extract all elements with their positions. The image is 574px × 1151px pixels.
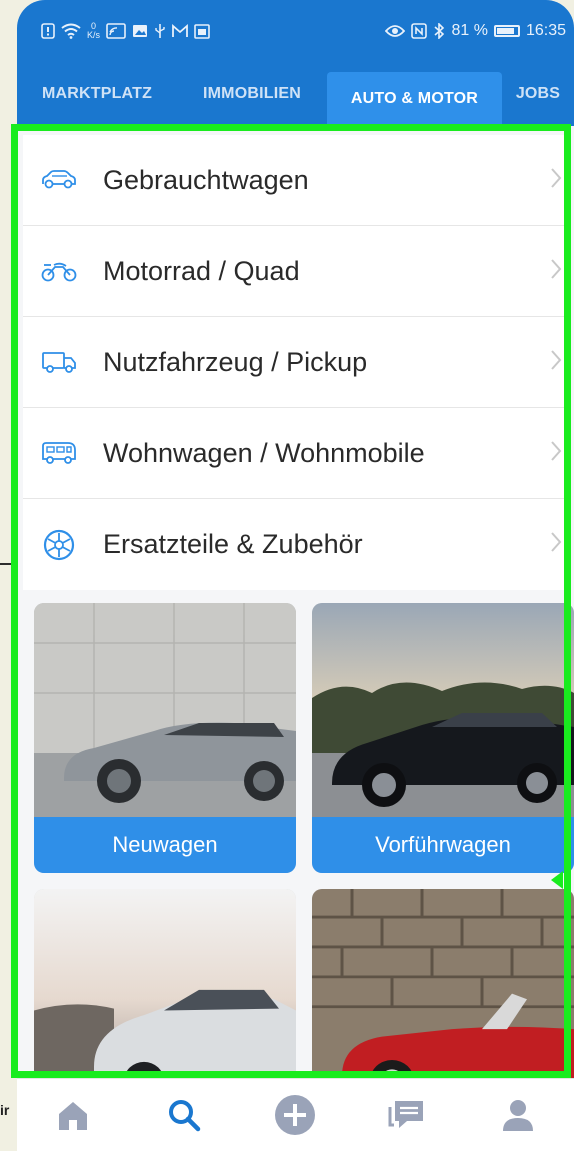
category-tabs: MARKTPLATZ IMMOBILIEN AUTO & MOTOR JOBS [17,62,574,126]
list-item-label: Motorrad / Quad [103,255,300,286]
profile-icon [503,1100,534,1131]
side-text: ir [0,1102,10,1118]
mail-icon [172,24,188,37]
chevron-right-icon [550,349,562,376]
list-item-label: Wohnwagen / Wohnmobile [103,437,425,468]
car-photo [312,889,574,1089]
eye-icon [385,25,406,37]
nfc-icon [411,23,428,39]
nav-messages-button[interactable] [377,1085,437,1145]
bottom-navigation [17,1078,574,1151]
card-vorfuehrwagen[interactable]: Vorführwagen [312,603,574,873]
phone-screen: 0 K/s 81 % 16:35 MARKTPLATZ IMMOBILIEN A… [17,0,574,1151]
side-marker-line [0,563,14,565]
nav-home-button[interactable] [43,1085,103,1145]
list-item-label: Gebrauchtwagen [103,164,309,195]
status-right-icons: 81 % 16:35 [385,22,566,40]
notification-icon [41,23,55,39]
tab-marktplatz[interactable]: MARKTPLATZ [17,62,177,126]
calendar-icon [194,24,210,39]
car-photo [34,889,296,1089]
card-caption: Neuwagen [34,817,296,873]
card-neuwagen[interactable]: Neuwagen [34,603,296,873]
search-icon [169,1100,201,1132]
list-item-wohnwagen[interactable]: Wohnwagen / Wohnmobile [23,408,568,499]
battery-icon [493,25,520,37]
status-left-icons: 0 K/s [41,22,210,40]
card-oldtimer[interactable] [312,889,574,1089]
bluetooth-icon [434,23,445,39]
add-icon [275,1095,316,1135]
net-speed: 0 K/s [87,22,100,40]
list-item-motorrad[interactable]: Motorrad / Quad [23,226,568,317]
tab-auto-motor[interactable]: AUTO & MOTOR [327,72,502,126]
usb-icon [155,24,165,38]
subcategory-list: Gebrauchtwagen Motorrad / Quad Nutzfahrz… [23,135,568,590]
image-icon [133,25,148,37]
net-speed-unit: K/s [87,30,101,40]
motorcycle-icon [39,256,79,286]
camper-icon [39,438,79,468]
list-item-label: Nutzfahrzeug / Pickup [103,346,368,377]
wifi-icon [61,23,81,39]
list-item-gebrauchtwagen[interactable]: Gebrauchtwagen [23,135,568,226]
content-area: Gebrauchtwagen Motorrad / Quad Nutzfahrz… [17,126,574,1089]
clock: 16:35 [525,22,566,39]
list-item-ersatzteile[interactable]: Ersatzteile & Zubehör [23,499,568,590]
tab-immobilien[interactable]: IMMOBILIEN [177,62,327,126]
card-elektro[interactable] [34,889,296,1089]
car-icon [39,165,79,195]
chevron-right-icon [550,440,562,467]
wheel-icon [39,529,79,560]
messages-icon [388,1101,423,1128]
highlight-pointer [551,871,563,889]
car-photo [312,603,574,817]
car-photo [34,603,296,817]
home-icon [58,1102,87,1130]
nav-profile-button[interactable] [488,1085,548,1145]
list-item-nutzfahrzeug[interactable]: Nutzfahrzeug / Pickup [23,317,568,408]
nav-search-button[interactable] [154,1085,214,1145]
chevron-right-icon [550,531,562,558]
chevron-right-icon [550,258,562,285]
status-bar: 0 K/s 81 % 16:35 [17,0,574,62]
nav-add-button[interactable] [265,1085,325,1145]
cast-icon [106,23,126,39]
card-caption: Vorführwagen [312,817,574,873]
truck-icon [39,347,79,377]
chevron-right-icon [550,167,562,194]
list-item-label: Ersatzteile & Zubehör [103,529,363,559]
battery-percent: 81 % [451,22,488,39]
tab-jobs[interactable]: JOBS [502,62,574,126]
